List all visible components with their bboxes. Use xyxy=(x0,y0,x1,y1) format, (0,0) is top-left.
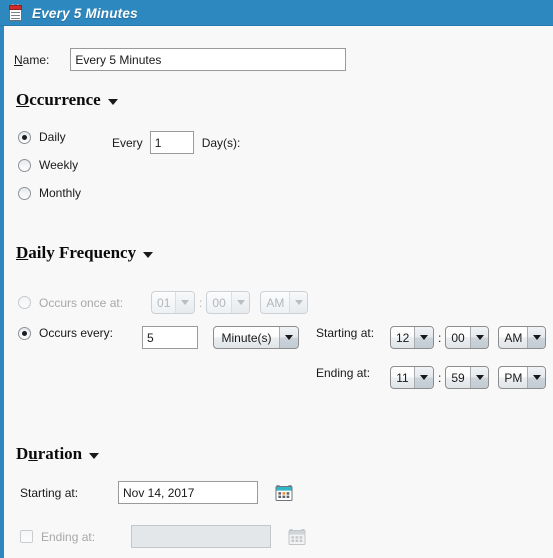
occurs-every-row: Occurs every: xyxy=(18,326,113,340)
duration-ending-at-label: Ending at: xyxy=(41,529,96,544)
name-input[interactable]: Every 5 Minutes xyxy=(70,48,347,71)
starting-meridiem-select[interactable]: AM xyxy=(498,326,547,349)
ending-hour-select[interactable]: 11 xyxy=(390,366,434,389)
occurrence-header-label: Occurrence xyxy=(16,90,101,109)
chevron-down-icon[interactable] xyxy=(527,327,546,348)
occurs-once-meridiem-select[interactable]: AM xyxy=(260,291,309,314)
radio-weekly[interactable] xyxy=(18,158,31,172)
triangle-down-icon[interactable] xyxy=(143,251,154,258)
window-title: Every 5 Minutes xyxy=(32,5,138,21)
occurs-every-label: Occurs every: xyxy=(39,326,114,340)
chevron-down-icon[interactable] xyxy=(230,292,250,313)
every-days-input[interactable]: 1 xyxy=(149,131,194,154)
duration-ending-at-checkbox[interactable] xyxy=(20,530,33,543)
duration-starting-at-row: Starting at: Nov 14, 2017 xyxy=(20,481,293,504)
radio-monthly[interactable] xyxy=(18,186,31,200)
occurs-once-row: Occurs once at: 01 : 00 AM xyxy=(18,291,309,314)
frequency-ending-time-group: 11 : 59 PM xyxy=(390,366,547,389)
daily-frequency-header-label: Daily Frequency xyxy=(16,243,137,262)
radio-monthly-label: Monthly xyxy=(39,186,82,200)
schedule-calendar-icon xyxy=(8,4,24,21)
chevron-down-icon[interactable] xyxy=(175,292,195,313)
name-label: Name: xyxy=(14,52,50,67)
radio-daily-label: Daily xyxy=(39,130,66,144)
triangle-down-icon[interactable] xyxy=(107,98,118,105)
occurrence-interval-row: Every 1 Day(s): xyxy=(112,131,240,154)
time-separator: : xyxy=(199,295,203,310)
time-separator: : xyxy=(438,330,442,345)
chevron-down-icon[interactable] xyxy=(414,367,433,388)
frequency-starting-time-group: 12 : 00 AM xyxy=(390,326,547,349)
occurs-once-label: Occurs once at: xyxy=(39,295,124,310)
occurs-once-minute-select[interactable]: 00 xyxy=(206,291,251,314)
occurs-once-hour-select[interactable]: 01 xyxy=(151,291,196,314)
radio-occurs-every[interactable] xyxy=(18,326,31,340)
calendar-icon-disabled xyxy=(288,528,306,546)
chevron-down-icon[interactable] xyxy=(289,292,308,313)
radio-weekly-label: Weekly xyxy=(39,158,79,172)
occurrence-option-weekly[interactable]: Weekly xyxy=(18,158,78,172)
radio-occurs-once[interactable] xyxy=(18,296,31,309)
calendar-icon[interactable] xyxy=(275,484,293,502)
duration-ending-at-input xyxy=(131,525,271,548)
chevron-down-icon[interactable] xyxy=(279,327,298,348)
occurrence-section-header[interactable]: Occurrence xyxy=(16,90,118,110)
triangle-down-icon[interactable] xyxy=(89,452,100,459)
name-row: Name: Every 5 Minutes xyxy=(14,48,347,71)
occurs-every-unit-select[interactable]: Minute(s) xyxy=(213,326,299,349)
frequency-ending-at-row: Ending at: xyxy=(316,366,370,380)
every-label: Every xyxy=(112,135,143,150)
chevron-down-icon[interactable] xyxy=(469,367,489,388)
chevron-down-icon[interactable] xyxy=(414,327,433,348)
chevron-down-icon[interactable] xyxy=(469,327,489,348)
time-separator: : xyxy=(438,370,442,385)
days-unit-label: Day(s): xyxy=(201,135,241,150)
frequency-starting-at-label: Starting at: xyxy=(316,326,375,340)
occurs-every-interval-input[interactable]: 5 xyxy=(142,326,198,349)
ending-minute-select[interactable]: 59 xyxy=(445,366,490,389)
starting-minute-select[interactable]: 00 xyxy=(445,326,490,349)
occurrence-option-monthly[interactable]: Monthly xyxy=(18,186,81,200)
chevron-down-icon[interactable] xyxy=(527,367,546,388)
duration-starting-at-label: Starting at: xyxy=(20,485,79,500)
ending-meridiem-select[interactable]: PM xyxy=(498,366,547,389)
duration-starting-at-input[interactable]: Nov 14, 2017 xyxy=(118,481,258,504)
radio-daily[interactable] xyxy=(18,130,31,144)
window-titlebar: Every 5 Minutes xyxy=(0,0,553,26)
starting-hour-select[interactable]: 12 xyxy=(390,326,434,349)
duration-ending-at-row: Ending at: xyxy=(20,525,306,548)
occurrence-option-daily[interactable]: Daily xyxy=(18,130,66,144)
daily-frequency-section-header[interactable]: Daily Frequency xyxy=(16,243,154,263)
duration-header-label: Duration xyxy=(16,444,83,463)
frequency-ending-at-label: Ending at: xyxy=(316,366,371,380)
duration-section-header[interactable]: Duration xyxy=(16,444,100,464)
form-panel: Name: Every 5 Minutes Occurrence Daily W… xyxy=(0,26,553,558)
frequency-starting-at-row: Starting at: xyxy=(316,326,374,340)
